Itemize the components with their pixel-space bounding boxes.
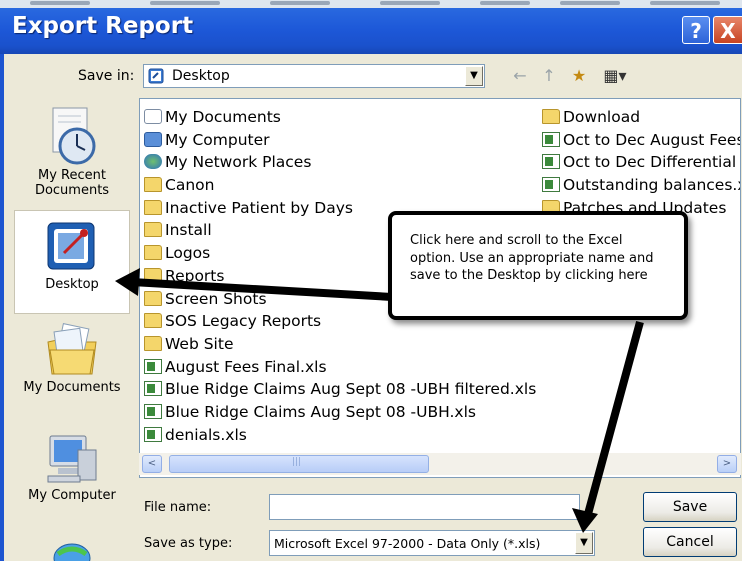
list-item[interactable]: Blue Ridge Claims Aug Sept 08 -UBH filte… — [144, 378, 536, 401]
scroll-thumb[interactable]: ||| — [169, 455, 429, 473]
window-title: Export Report — [12, 13, 194, 39]
close-button[interactable]: X — [713, 16, 742, 44]
place-my-recent-documents[interactable]: My Recent Documents — [14, 106, 130, 206]
horizontal-scrollbar[interactable]: < ||| > — [139, 453, 741, 475]
place-my-computer[interactable]: My Computer — [14, 428, 130, 518]
save-as-type-dropdown[interactable]: Microsoft Excel 97-2000 - Data Only (*.x… — [269, 530, 595, 556]
documents-icon — [144, 109, 162, 124]
place-label: Documents — [34, 183, 110, 198]
grip-icon: ||| — [292, 457, 302, 467]
scroll-left-icon[interactable]: < — [142, 455, 162, 473]
file-name: My Network Places — [165, 153, 312, 172]
list-item[interactable]: My Documents — [144, 106, 536, 129]
desktop-icon — [47, 222, 95, 270]
file-name: Logos — [165, 244, 211, 263]
file-name: Web Site — [165, 334, 234, 353]
desktop-icon — [148, 68, 164, 84]
file-name: My Documents — [165, 108, 281, 126]
list-item[interactable]: denials.xls — [144, 424, 536, 447]
new-folder-icon[interactable]: ★ — [567, 66, 591, 86]
file-name: Blue Ridge Claims Aug Sept 08 -UBH filte… — [165, 380, 537, 399]
save-in-value: Desktop — [172, 68, 230, 84]
place-label: My Recent — [38, 168, 106, 183]
background-window-strip — [0, 0, 742, 8]
places-bar: My Recent Documents Desktop My Documents — [14, 98, 130, 561]
folder-icon — [542, 109, 560, 124]
place-desktop[interactable]: Desktop — [14, 210, 130, 314]
cancel-button[interactable]: Cancel — [643, 527, 737, 557]
list-item[interactable]: My Computer — [144, 129, 536, 152]
network-places-icon — [53, 543, 91, 561]
excel-icon — [542, 154, 560, 170]
instruction-callout: Click here and scroll to the Excel optio… — [388, 211, 688, 320]
file-name: August Fees Final.xls — [165, 357, 327, 376]
recent-documents-icon — [52, 107, 96, 165]
chevron-down-icon[interactable]: ▼ — [465, 66, 483, 86]
folder-icon — [144, 313, 162, 329]
file-name: Download — [563, 108, 641, 126]
file-name: Oct to Dec Differential — [563, 153, 737, 172]
file-name: Outstanding balances.xls — [563, 176, 741, 195]
file-name: My Computer — [165, 130, 270, 149]
list-item[interactable]: Outstanding balances.xls — [542, 174, 741, 197]
help-button[interactable]: ? — [682, 16, 710, 44]
list-item[interactable]: Web Site — [144, 333, 536, 356]
list-item[interactable]: Canon — [144, 174, 536, 197]
file-name: Oct to Dec August Fees — [563, 130, 741, 149]
file-name: Reports — [165, 266, 225, 285]
file-name-input[interactable] — [269, 494, 580, 520]
save-button[interactable]: Save — [643, 492, 737, 522]
up-folder-icon[interactable]: ↑ — [538, 66, 560, 86]
save-as-type-value: Microsoft Excel 97-2000 - Data Only (*.x… — [274, 536, 541, 551]
network-icon — [144, 154, 162, 170]
excel-icon — [542, 177, 560, 193]
list-item[interactable]: My Network Places — [144, 151, 536, 174]
file-name: Screen Shots — [165, 289, 267, 308]
place-label: Desktop — [45, 277, 99, 292]
folder-icon — [144, 267, 162, 283]
folder-icon — [144, 335, 162, 351]
file-name: SOS Legacy Reports — [165, 312, 322, 331]
callout-text: Click here and scroll to the Excel optio… — [410, 233, 654, 283]
export-report-dialog: Export Report ? X Save in: Desktop ▼ ← ↑… — [0, 0, 742, 561]
views-menu-icon[interactable]: ▦▾ — [598, 66, 632, 86]
save-as-type-label: Save as type: — [144, 536, 233, 551]
folder-icon — [144, 177, 162, 193]
folder-icon — [144, 290, 162, 306]
file-column-right: Download Oct to Dec August Fees Oct to D… — [542, 106, 741, 219]
excel-icon — [542, 131, 560, 147]
my-documents-icon — [47, 323, 97, 375]
window-frame-left — [0, 54, 4, 561]
file-name: denials.xls — [165, 425, 247, 444]
list-item[interactable]: Blue Ridge Claims Aug Sept 08 -UBH.xls — [144, 401, 536, 424]
list-item[interactable]: Oct to Dec August Fees — [542, 129, 741, 152]
place-my-documents[interactable]: My Documents — [14, 320, 130, 410]
folder-icon — [144, 245, 162, 261]
excel-icon — [144, 358, 162, 374]
my-computer-icon — [47, 435, 97, 483]
folder-icon — [144, 199, 162, 215]
save-in-dropdown[interactable]: Desktop ▼ — [143, 64, 485, 88]
title-bar[interactable]: Export Report ? X — [0, 0, 742, 54]
list-item[interactable]: August Fees Final.xls — [144, 356, 536, 379]
file-name: Inactive Patient by Days — [165, 198, 353, 217]
excel-icon — [144, 403, 162, 419]
folder-icon — [144, 222, 162, 238]
back-icon[interactable]: ← — [509, 66, 531, 86]
computer-icon — [144, 131, 162, 147]
place-label: My Documents — [23, 380, 121, 395]
list-item[interactable]: Oct to Dec Differential — [542, 151, 740, 174]
excel-icon — [144, 426, 162, 442]
list-item[interactable]: Download — [542, 106, 740, 129]
chevron-down-icon[interactable]: ▼ — [575, 532, 593, 554]
save-in-label: Save in: — [78, 68, 135, 84]
scroll-right-icon[interactable]: > — [717, 455, 737, 473]
excel-icon — [144, 381, 162, 397]
place-label: My Computer — [28, 488, 116, 503]
file-name: Canon — [165, 176, 215, 195]
file-name: Blue Ridge Claims Aug Sept 08 -UBH.xls — [165, 402, 476, 421]
file-name-label: File name: — [144, 500, 212, 515]
place-my-network-places[interactable] — [14, 536, 130, 561]
file-name: Install — [165, 221, 212, 240]
